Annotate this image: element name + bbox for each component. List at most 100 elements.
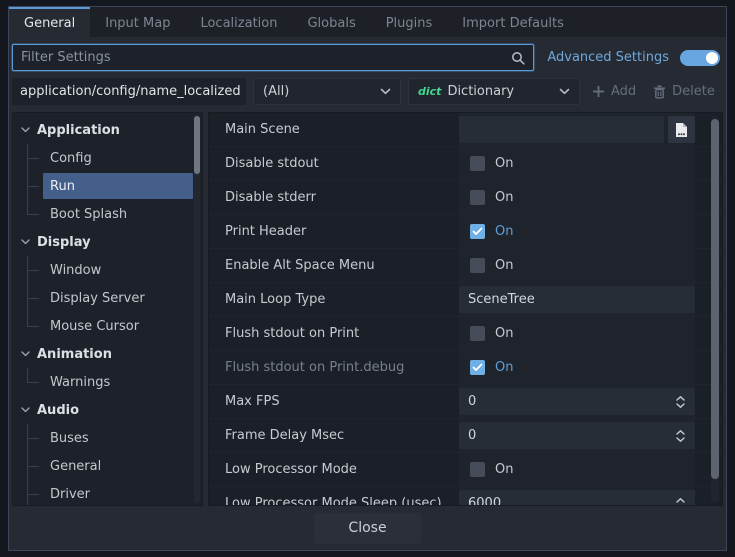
frame-delay-msec-spinbox[interactable]: 0 (459, 422, 695, 449)
filter-settings-searchbox[interactable] (12, 44, 534, 71)
sidebar-item-label: Animation (37, 347, 112, 362)
file-picker-button[interactable] (668, 116, 695, 143)
spinner-updown-icon[interactable] (675, 395, 686, 409)
sidebar-category-animation[interactable]: Animation (13, 340, 202, 368)
chevron-down-icon (380, 88, 391, 95)
tab-import-defaults[interactable]: Import Defaults (447, 7, 579, 37)
setting-label: Flush stdout on Print.debug (209, 360, 459, 375)
checkbox-label: On (495, 190, 513, 205)
sidebar-item-label: Warnings (50, 375, 110, 390)
chevron-down-icon (21, 351, 30, 357)
setting-row-disable-stdout: Disable stdout On (209, 147, 722, 181)
sidebar-item-label: Display (37, 235, 91, 250)
scrollbar-thumb[interactable] (194, 116, 200, 174)
sidebar-item-config[interactable]: Config (13, 144, 202, 172)
checkbox-label: On (495, 224, 513, 239)
type-dropdown-value: Dictionary (447, 84, 514, 99)
main-scene-field[interactable] (459, 116, 664, 143)
sidebar-item-run[interactable]: Run (13, 172, 202, 200)
screen: General Input Map Localization Globals P… (0, 0, 735, 557)
checkbox-unchecked[interactable] (470, 462, 485, 477)
add-button[interactable]: Add (587, 84, 641, 99)
sidebar-item-driver[interactable]: Driver (13, 480, 202, 506)
check-icon (472, 363, 483, 372)
filter-row: Advanced Settings (12, 44, 723, 71)
checkbox-label: On (495, 156, 513, 171)
checkbox-label: On (495, 326, 513, 341)
sidebar-item-warnings[interactable]: Warnings (13, 368, 202, 396)
sidebar-item-label: Run (50, 179, 75, 194)
category-filter-value: (All) (263, 84, 289, 99)
sidebar-item-mouse-cursor[interactable]: Mouse Cursor (13, 312, 202, 340)
main-loop-type-field[interactable]: SceneTree (459, 286, 695, 313)
property-bar: application/config/name_localized (All) … (12, 78, 723, 105)
sidebar-item-general[interactable]: General (13, 452, 202, 480)
advanced-settings-toggle[interactable] (680, 50, 720, 66)
sidebar-item-label: Application (37, 123, 120, 138)
setting-label: Disable stdout (209, 156, 459, 171)
checkbox-unchecked[interactable] (470, 326, 485, 341)
close-button[interactable]: Close (314, 513, 420, 544)
sidebar-item-window[interactable]: Window (13, 256, 202, 284)
settings-tree-sidebar: Application Config Run Boot Splash Displ… (12, 112, 203, 506)
tab-globals[interactable]: Globals (292, 7, 370, 37)
sidebar-item-label: Window (50, 263, 101, 278)
project-settings-dialog: General Input Map Localization Globals P… (8, 6, 727, 551)
sidebar-item-display-server[interactable]: Display Server (13, 284, 202, 312)
tab-general[interactable]: General (9, 7, 90, 37)
sidebar-category-display[interactable]: Display (13, 228, 202, 256)
spinner-updown-icon[interactable] (675, 429, 686, 443)
checkbox-unchecked[interactable] (470, 190, 485, 205)
checkbox-unchecked[interactable] (470, 258, 485, 273)
setting-row-flush-stdout-on-print-debug: Flush stdout on Print.debug On (209, 351, 722, 385)
dictionary-type-icon: dict (418, 85, 441, 98)
tab-localization[interactable]: Localization (185, 7, 292, 37)
search-icon (511, 51, 525, 65)
sidebar-category-application[interactable]: Application (13, 116, 202, 144)
sidebar-item-boot-splash[interactable]: Boot Splash (13, 200, 202, 228)
property-path-input[interactable]: application/config/name_localized (12, 78, 246, 105)
checkbox-unchecked[interactable] (470, 156, 485, 171)
setting-label: Max FPS (209, 394, 459, 409)
tab-plugins[interactable]: Plugins (371, 7, 448, 37)
setting-label: Main Loop Type (209, 292, 459, 307)
settings-panel: Main Scene Disable stdout On (208, 112, 723, 506)
checkbox-label: On (495, 258, 513, 273)
sidebar-item-label: Mouse Cursor (50, 319, 139, 334)
scrollbar-thumb[interactable] (711, 119, 719, 479)
low-processor-sleep-spinbox[interactable]: 6000 (459, 490, 695, 506)
category-filter-dropdown[interactable]: (All) (253, 78, 401, 105)
file-icon (674, 122, 689, 138)
setting-row-print-header: Print Header On (209, 215, 722, 249)
checkbox-checked[interactable] (470, 360, 485, 375)
chevron-down-icon (21, 127, 30, 133)
chevron-down-icon (21, 239, 30, 245)
setting-row-flush-stdout-on-print: Flush stdout on Print On (209, 317, 722, 351)
plus-icon (592, 85, 605, 98)
setting-row-frame-delay-msec: Frame Delay Msec 0 (209, 419, 722, 453)
spinner-updown-icon[interactable] (675, 497, 686, 507)
tab-input-map[interactable]: Input Map (90, 7, 185, 37)
setting-label: Print Header (209, 224, 459, 239)
delete-button[interactable]: Delete (648, 84, 720, 99)
tab-bar: General Input Map Localization Globals P… (9, 7, 726, 37)
sidebar-item-label: Display Server (50, 291, 145, 306)
sidebar-category-audio[interactable]: Audio (13, 396, 202, 424)
trash-icon (653, 85, 666, 99)
delete-button-label: Delete (672, 84, 715, 99)
filter-settings-input[interactable] (21, 50, 511, 65)
setting-label: Main Scene (209, 122, 459, 137)
sidebar-item-label: Boot Splash (50, 207, 127, 222)
sidebar-item-label: General (50, 459, 101, 474)
sidebar-scrollbar[interactable] (194, 115, 200, 503)
chevron-down-icon (21, 407, 30, 413)
sidebar-item-buses[interactable]: Buses (13, 424, 202, 452)
type-dropdown[interactable]: dict Dictionary (408, 78, 580, 105)
checkbox-label: On (495, 360, 513, 375)
setting-row-enable-alt-space-menu: Enable Alt Space Menu On (209, 249, 722, 283)
max-fps-spinbox[interactable]: 0 (459, 388, 695, 415)
setting-row-low-processor-mode-sleep: Low Processor Mode Sleep (usec) 6000 (209, 487, 722, 506)
settings-scrollbar[interactable] (711, 116, 719, 502)
sidebar-item-label: Driver (50, 487, 90, 502)
checkbox-checked[interactable] (470, 224, 485, 239)
